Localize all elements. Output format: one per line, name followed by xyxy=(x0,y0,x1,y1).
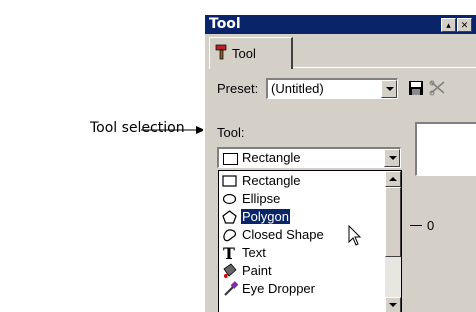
list-item[interactable]: Ellipse xyxy=(222,189,382,207)
preset-label: Preset: xyxy=(217,81,259,96)
ellipse-icon xyxy=(222,191,238,207)
tool-label: Tool: xyxy=(217,125,245,140)
list-scrollbar[interactable] xyxy=(385,171,401,312)
tool-dropdown-value: Rectangle xyxy=(242,150,301,165)
eye-dropper-icon xyxy=(222,281,239,297)
polygon-icon xyxy=(222,209,238,225)
list-item-label: Rectangle xyxy=(242,173,301,188)
list-item-label: Paint xyxy=(242,263,272,278)
tool-dropdown-button[interactable] xyxy=(384,149,400,167)
save-icon[interactable] xyxy=(408,80,424,99)
shape-preview xyxy=(415,122,476,176)
minimize-button[interactable]: ▴ xyxy=(441,18,456,32)
tab-label: Tool xyxy=(232,46,256,61)
paint-icon xyxy=(222,263,238,279)
list-item-label: Eye Dropper xyxy=(242,281,315,296)
scissors-icon[interactable] xyxy=(429,80,447,99)
list-item-label: Polygon xyxy=(240,208,291,225)
tab-divider xyxy=(293,67,476,68)
scroll-up-button[interactable] xyxy=(385,171,401,187)
list-item-label: Text xyxy=(242,245,266,260)
list-item-label: Ellipse xyxy=(242,191,281,206)
preset-dropdown-button[interactable] xyxy=(381,80,397,98)
list-item[interactable]: Rectangle xyxy=(222,171,382,189)
list-item-label: Closed Shape xyxy=(242,227,324,242)
hammer-icon xyxy=(215,44,229,63)
scroll-thumb[interactable] xyxy=(385,187,401,257)
mouse-cursor-icon xyxy=(348,224,362,250)
svg-text:T: T xyxy=(223,245,235,261)
side-value: 0 xyxy=(427,218,435,233)
rectangle-icon xyxy=(222,173,238,189)
list-item[interactable]: Paint xyxy=(222,261,382,279)
rectangle-icon xyxy=(223,153,238,165)
preset-dropdown[interactable]: (Untitled) xyxy=(266,78,398,99)
text-icon: T xyxy=(222,244,238,263)
window-title: Tool xyxy=(209,16,241,32)
slider-tick xyxy=(410,225,422,226)
close-button[interactable]: ✕ xyxy=(457,18,472,32)
closed-shape-icon xyxy=(222,227,238,243)
tool-dropdown-list[interactable]: Rectangle Ellipse Polygon Closed Shape T… xyxy=(218,170,402,312)
tab-tool[interactable]: Tool xyxy=(209,37,293,69)
scroll-down-button[interactable] xyxy=(385,297,401,312)
title-bar[interactable]: Tool ▴ ✕ xyxy=(205,15,476,34)
tool-window: Tool ▴ ✕ Tool Preset: (Untitled) Tool: R… xyxy=(203,13,476,312)
list-item[interactable]: Eye Dropper xyxy=(222,279,382,297)
tool-dropdown[interactable]: Rectangle xyxy=(217,147,401,168)
list-item-selected[interactable]: Polygon xyxy=(222,207,382,225)
preset-value: (Untitled) xyxy=(271,81,324,96)
